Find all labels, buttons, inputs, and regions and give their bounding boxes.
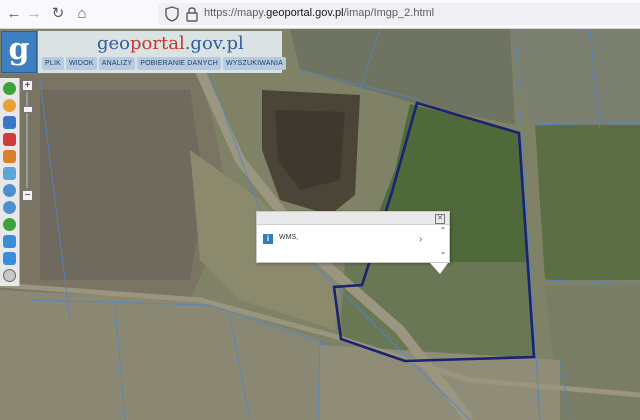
zoom-slider[interactable]: + −	[20, 78, 34, 204]
zoom-minus-button[interactable]: −	[22, 190, 33, 201]
logo-letter: g	[8, 32, 30, 67]
zoom-in-icon[interactable]	[3, 184, 16, 197]
full-extent-globe-icon[interactable]	[3, 218, 16, 231]
brand-title: geoportal.gov.pl	[97, 33, 244, 54]
url-scheme: https://mapy.	[204, 7, 267, 19]
close-icon[interactable]: ✕	[435, 214, 445, 224]
select-features-icon[interactable]	[3, 133, 16, 146]
pan-hand-icon[interactable]	[3, 99, 16, 112]
brand-portal: portal	[130, 33, 185, 54]
extent-icon[interactable]	[3, 167, 16, 180]
info-tool-icon[interactable]	[3, 82, 16, 95]
forward-arrow-icon[interactable]: →	[24, 5, 44, 23]
url-text: https://mapy.geoportal.gov.pl/imap/Imgp_…	[204, 7, 434, 19]
popup-scrollbar[interactable]: ⌃ ⌄	[439, 226, 447, 260]
reload-icon[interactable]: ↻	[48, 5, 68, 23]
home-icon[interactable]: ⌂	[72, 5, 92, 23]
scroll-down-icon[interactable]: ⌄	[439, 247, 447, 256]
brand-geo: geo	[97, 33, 131, 54]
lock-icon[interactable]	[184, 5, 200, 23]
main-menu: PLIK WIDOK ANALIZY POBIERANIE DANYCH WYS…	[42, 57, 286, 70]
feature-info-popup: ✕ i WMS, › ⌃ ⌄	[256, 211, 450, 263]
popup-layer-label[interactable]: WMS,	[279, 234, 298, 241]
menu-item-widok[interactable]: WIDOK	[65, 57, 97, 70]
shield-icon[interactable]	[164, 5, 180, 23]
pencil-icon[interactable]	[3, 150, 16, 163]
menu-item-plik[interactable]: PLIK	[42, 57, 64, 70]
address-bar[interactable]: https://mapy.geoportal.gov.pl/imap/Imgp_…	[158, 3, 640, 25]
popup-pointer	[430, 263, 448, 274]
brand-domain: .gov.pl	[184, 33, 244, 54]
url-path: /imap/Imgp_2.html	[343, 7, 435, 19]
url-domain: geoportal.gov.pl	[266, 7, 344, 19]
info-icon: i	[263, 234, 273, 244]
popup-header: ✕	[257, 212, 449, 225]
select-area-icon[interactable]	[3, 116, 16, 129]
menu-item-pobieranie-danych[interactable]: POBIERANIE DANYCH	[137, 57, 221, 70]
settings-wheel-icon[interactable]	[3, 269, 16, 282]
zoom-knob[interactable]	[23, 106, 33, 113]
browser-toolbar: ← → ↻ ⌂ https://mapy.geoportal.gov.pl/im…	[0, 0, 640, 29]
back-arrow-icon[interactable]: ←	[4, 5, 24, 23]
app-header: geoportal.gov.pl PLIK WIDOK ANALIZY POBI…	[38, 31, 286, 73]
zoom-plus-button[interactable]: +	[22, 80, 33, 91]
previous-view-arrow-icon[interactable]	[3, 235, 16, 248]
chevron-right-icon[interactable]: ›	[419, 234, 422, 245]
next-view-arrow-icon[interactable]	[3, 252, 16, 265]
zoom-out-icon[interactable]	[3, 201, 16, 214]
geoportal-logo[interactable]: g	[1, 31, 37, 73]
menu-item-analizy[interactable]: ANALIZY	[98, 57, 136, 70]
tool-palette	[0, 78, 20, 286]
menu-item-wyszukiwania[interactable]: WYSZUKIWANIA	[223, 57, 286, 70]
scroll-up-icon[interactable]: ⌃	[439, 226, 447, 235]
